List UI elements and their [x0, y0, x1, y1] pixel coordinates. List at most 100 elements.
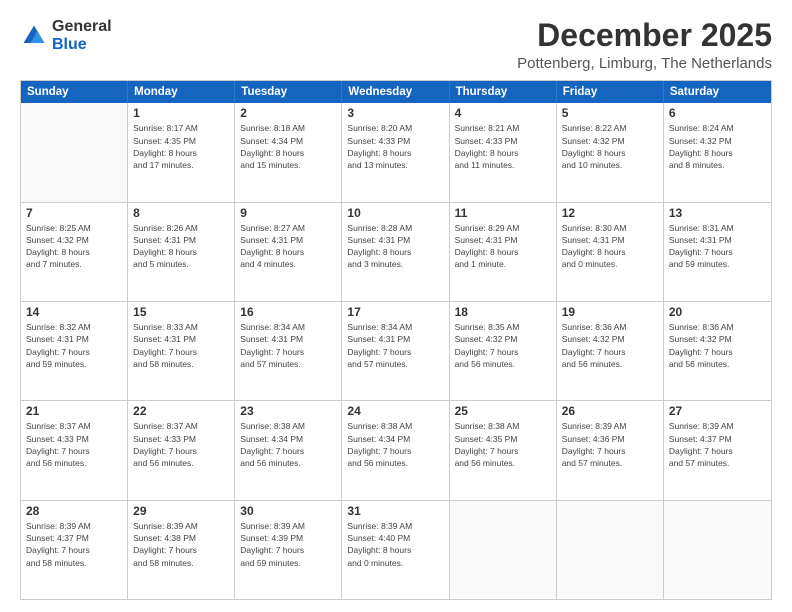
day-info: Sunrise: 8:39 AM Sunset: 4:38 PM Dayligh…: [133, 520, 229, 569]
cal-cell: 21 Sunrise: 8:37 AM Sunset: 4:33 PM Dayli…: [21, 401, 128, 499]
day-number: 17: [347, 305, 443, 319]
cal-cell: 11 Sunrise: 8:29 AM Sunset: 4:31 PM Dayli…: [450, 203, 557, 301]
cal-week: 28 Sunrise: 8:39 AM Sunset: 4:37 PM Dayli…: [21, 501, 771, 599]
cal-week: 21 Sunrise: 8:37 AM Sunset: 4:33 PM Dayli…: [21, 401, 771, 500]
day-info: Sunrise: 8:39 AM Sunset: 4:37 PM Dayligh…: [26, 520, 122, 569]
day-info: Sunrise: 8:21 AM Sunset: 4:33 PM Dayligh…: [455, 122, 551, 171]
day-info: Sunrise: 8:32 AM Sunset: 4:31 PM Dayligh…: [26, 321, 122, 370]
day-info: Sunrise: 8:24 AM Sunset: 4:32 PM Dayligh…: [669, 122, 766, 171]
day-number: 23: [240, 404, 336, 418]
day-info: Sunrise: 8:38 AM Sunset: 4:35 PM Dayligh…: [455, 420, 551, 469]
header: General Blue December 2025 Pottenberg, L…: [20, 18, 772, 72]
cal-cell: 19Sunrise: 8:36 AM Sunset: 4:32 PM Dayli…: [557, 302, 664, 400]
day-number: 16: [240, 305, 336, 319]
day-info: Sunrise: 8:39 AM Sunset: 4:40 PM Dayligh…: [347, 520, 443, 569]
day-info: Sunrise: 8:18 AM Sunset: 4:34 PM Dayligh…: [240, 122, 336, 171]
day-info: Sunrise: 8:37 AM Sunset: 4:33 PM Dayligh…: [133, 420, 229, 469]
day-info: Sunrise: 8:34 AM Sunset: 4:31 PM Dayligh…: [347, 321, 443, 370]
day-number: 11: [455, 206, 551, 220]
cal-cell: 31 Sunrise: 8:39 AM Sunset: 4:40 PM Dayli…: [342, 501, 449, 599]
day-number: 15: [133, 305, 229, 319]
cal-header-cell: Wednesday: [342, 81, 449, 103]
day-info: Sunrise: 8:39 AM Sunset: 4:36 PM Dayligh…: [562, 420, 658, 469]
day-info: Sunrise: 8:26 AM Sunset: 4:31 PM Dayligh…: [133, 222, 229, 271]
day-info: Sunrise: 8:38 AM Sunset: 4:34 PM Dayligh…: [347, 420, 443, 469]
logo-blue: Blue: [52, 36, 112, 54]
day-number: 21: [26, 404, 122, 418]
day-number: 31: [347, 504, 443, 518]
subtitle: Pottenberg, Limburg, The Netherlands: [517, 55, 772, 72]
cal-cell: 18 Sunrise: 8:35 AM Sunset: 4:32 PM Dayli…: [450, 302, 557, 400]
day-number: 8: [133, 206, 229, 220]
day-number: 7: [26, 206, 122, 220]
cal-cell: 28 Sunrise: 8:39 AM Sunset: 4:37 PM Dayli…: [21, 501, 128, 599]
day-info: Sunrise: 8:22 AM Sunset: 4:32 PM Dayligh…: [562, 122, 658, 171]
cal-header-cell: Thursday: [450, 81, 557, 103]
day-info: Sunrise: 8:37 AM Sunset: 4:33 PM Dayligh…: [26, 420, 122, 469]
cal-header-cell: Saturday: [664, 81, 771, 103]
cal-cell: 29Sunrise: 8:39 AM Sunset: 4:38 PM Dayli…: [128, 501, 235, 599]
day-info: Sunrise: 8:20 AM Sunset: 4:33 PM Dayligh…: [347, 122, 443, 171]
day-info: Sunrise: 8:28 AM Sunset: 4:31 PM Dayligh…: [347, 222, 443, 271]
day-number: 25: [455, 404, 551, 418]
cal-cell: 1Sunrise: 8:17 AM Sunset: 4:35 PM Daylig…: [128, 103, 235, 201]
cal-cell: 10 Sunrise: 8:28 AM Sunset: 4:31 PM Dayli…: [342, 203, 449, 301]
day-info: Sunrise: 8:34 AM Sunset: 4:31 PM Dayligh…: [240, 321, 336, 370]
cal-header-cell: Friday: [557, 81, 664, 103]
day-number: 28: [26, 504, 122, 518]
cal-cell: 16 Sunrise: 8:34 AM Sunset: 4:31 PM Dayli…: [235, 302, 342, 400]
calendar-body: 1Sunrise: 8:17 AM Sunset: 4:35 PM Daylig…: [21, 103, 771, 599]
day-number: 2: [240, 106, 336, 120]
cal-cell: 7 Sunrise: 8:25 AM Sunset: 4:32 PM Daylig…: [21, 203, 128, 301]
day-info: Sunrise: 8:36 AM Sunset: 4:32 PM Dayligh…: [562, 321, 658, 370]
calendar: SundayMondayTuesdayWednesdayThursdayFrid…: [20, 80, 772, 600]
cal-week: 14Sunrise: 8:32 AM Sunset: 4:31 PM Dayli…: [21, 302, 771, 401]
day-info: Sunrise: 8:25 AM Sunset: 4:32 PM Dayligh…: [26, 222, 122, 271]
day-info: Sunrise: 8:33 AM Sunset: 4:31 PM Dayligh…: [133, 321, 229, 370]
day-number: 27: [669, 404, 766, 418]
cal-cell: 22 Sunrise: 8:37 AM Sunset: 4:33 PM Dayli…: [128, 401, 235, 499]
day-info: Sunrise: 8:17 AM Sunset: 4:35 PM Dayligh…: [133, 122, 229, 171]
title-block: December 2025 Pottenberg, Limburg, The N…: [517, 18, 772, 72]
day-info: Sunrise: 8:39 AM Sunset: 4:39 PM Dayligh…: [240, 520, 336, 569]
day-number: 22: [133, 404, 229, 418]
cal-cell: 9 Sunrise: 8:27 AM Sunset: 4:31 PM Daylig…: [235, 203, 342, 301]
day-info: Sunrise: 8:27 AM Sunset: 4:31 PM Dayligh…: [240, 222, 336, 271]
cal-cell: [557, 501, 664, 599]
cal-cell: 23 Sunrise: 8:38 AM Sunset: 4:34 PM Dayli…: [235, 401, 342, 499]
logo-text: General Blue: [52, 18, 112, 53]
day-number: 13: [669, 206, 766, 220]
cal-cell: 5 Sunrise: 8:22 AM Sunset: 4:32 PM Daylig…: [557, 103, 664, 201]
day-info: Sunrise: 8:30 AM Sunset: 4:31 PM Dayligh…: [562, 222, 658, 271]
calendar-header-row: SundayMondayTuesdayWednesdayThursdayFrid…: [21, 81, 771, 103]
cal-cell: 20Sunrise: 8:36 AM Sunset: 4:32 PM Dayli…: [664, 302, 771, 400]
cal-cell: 8 Sunrise: 8:26 AM Sunset: 4:31 PM Daylig…: [128, 203, 235, 301]
day-info: Sunrise: 8:29 AM Sunset: 4:31 PM Dayligh…: [455, 222, 551, 271]
cal-header-cell: Sunday: [21, 81, 128, 103]
day-number: 10: [347, 206, 443, 220]
day-number: 9: [240, 206, 336, 220]
cal-week: 1Sunrise: 8:17 AM Sunset: 4:35 PM Daylig…: [21, 103, 771, 202]
day-number: 18: [455, 305, 551, 319]
cal-cell: 30Sunrise: 8:39 AM Sunset: 4:39 PM Dayli…: [235, 501, 342, 599]
cal-header-cell: Tuesday: [235, 81, 342, 103]
cal-cell: 2 Sunrise: 8:18 AM Sunset: 4:34 PM Daylig…: [235, 103, 342, 201]
cal-cell: [21, 103, 128, 201]
day-info: Sunrise: 8:38 AM Sunset: 4:34 PM Dayligh…: [240, 420, 336, 469]
cal-cell: 13Sunrise: 8:31 AM Sunset: 4:31 PM Dayli…: [664, 203, 771, 301]
cal-cell: 26 Sunrise: 8:39 AM Sunset: 4:36 PM Dayli…: [557, 401, 664, 499]
day-info: Sunrise: 8:35 AM Sunset: 4:32 PM Dayligh…: [455, 321, 551, 370]
cal-cell: 27 Sunrise: 8:39 AM Sunset: 4:37 PM Dayli…: [664, 401, 771, 499]
day-number: 6: [669, 106, 766, 120]
page: General Blue December 2025 Pottenberg, L…: [0, 0, 792, 612]
cal-cell: 25 Sunrise: 8:38 AM Sunset: 4:35 PM Dayli…: [450, 401, 557, 499]
day-number: 5: [562, 106, 658, 120]
day-number: 26: [562, 404, 658, 418]
main-title: December 2025: [517, 18, 772, 53]
day-info: Sunrise: 8:39 AM Sunset: 4:37 PM Dayligh…: [669, 420, 766, 469]
cal-cell: 17 Sunrise: 8:34 AM Sunset: 4:31 PM Dayli…: [342, 302, 449, 400]
day-number: 24: [347, 404, 443, 418]
day-number: 3: [347, 106, 443, 120]
day-number: 20: [669, 305, 766, 319]
cal-cell: 24 Sunrise: 8:38 AM Sunset: 4:34 PM Dayli…: [342, 401, 449, 499]
